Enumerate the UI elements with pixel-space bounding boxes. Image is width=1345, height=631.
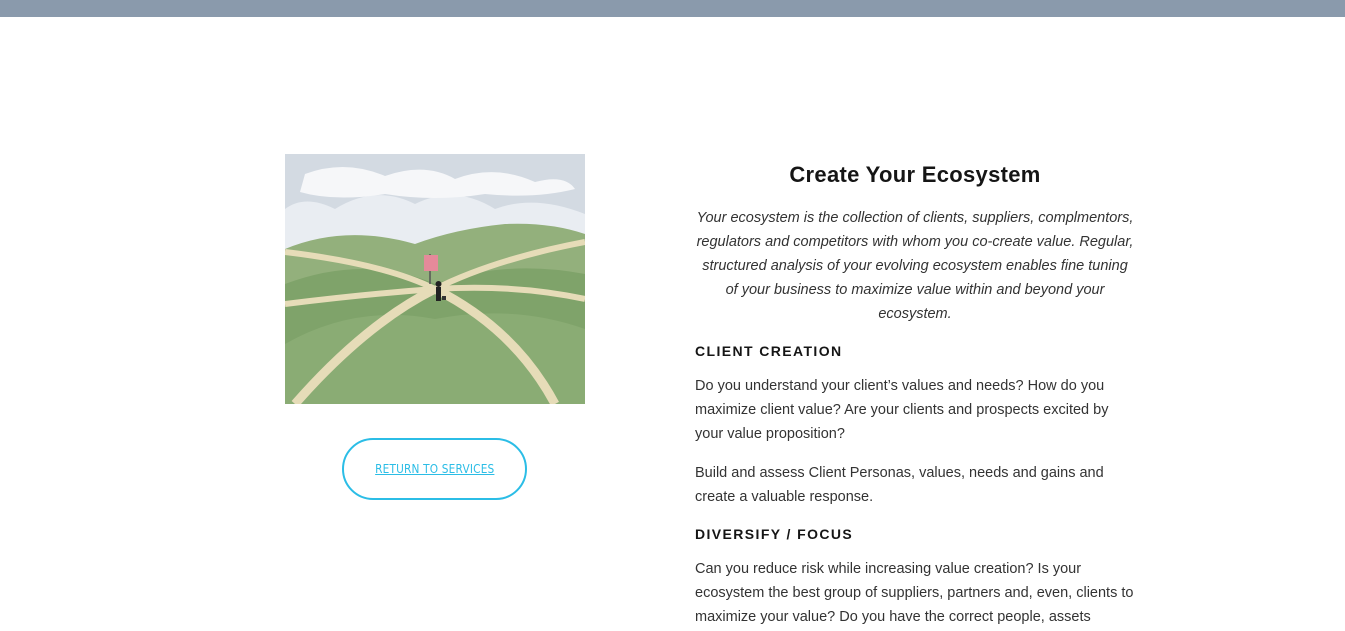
content-column: Create Your Ecosystem Your ecosystem is … (695, 158, 1135, 629)
landscape-crossroads-illustration-icon (285, 154, 585, 404)
crossroads-illustration (285, 154, 585, 404)
client-creation-paragraph: Build and assess Client Personas, values… (695, 465, 1104, 505)
page-title: Create Your Ecosystem (789, 162, 1041, 187)
diversify-focus-paragraph: Can you reduce risk while increasing val… (695, 561, 1134, 625)
return-to-services-button[interactable]: RETURN TO SERVICES (342, 438, 527, 500)
section-heading-diversify-focus: DIVERSIFY / FOCUS (695, 526, 854, 542)
section-heading-client-creation: CLIENT CREATION (695, 343, 843, 359)
return-to-services-label: RETURN TO SERVICES (374, 462, 495, 476)
top-bar (0, 0, 1345, 17)
client-creation-paragraph: Do you understand your client’s values a… (695, 378, 1109, 442)
intro-text: Your ecosystem is the collection of clie… (696, 210, 1134, 322)
